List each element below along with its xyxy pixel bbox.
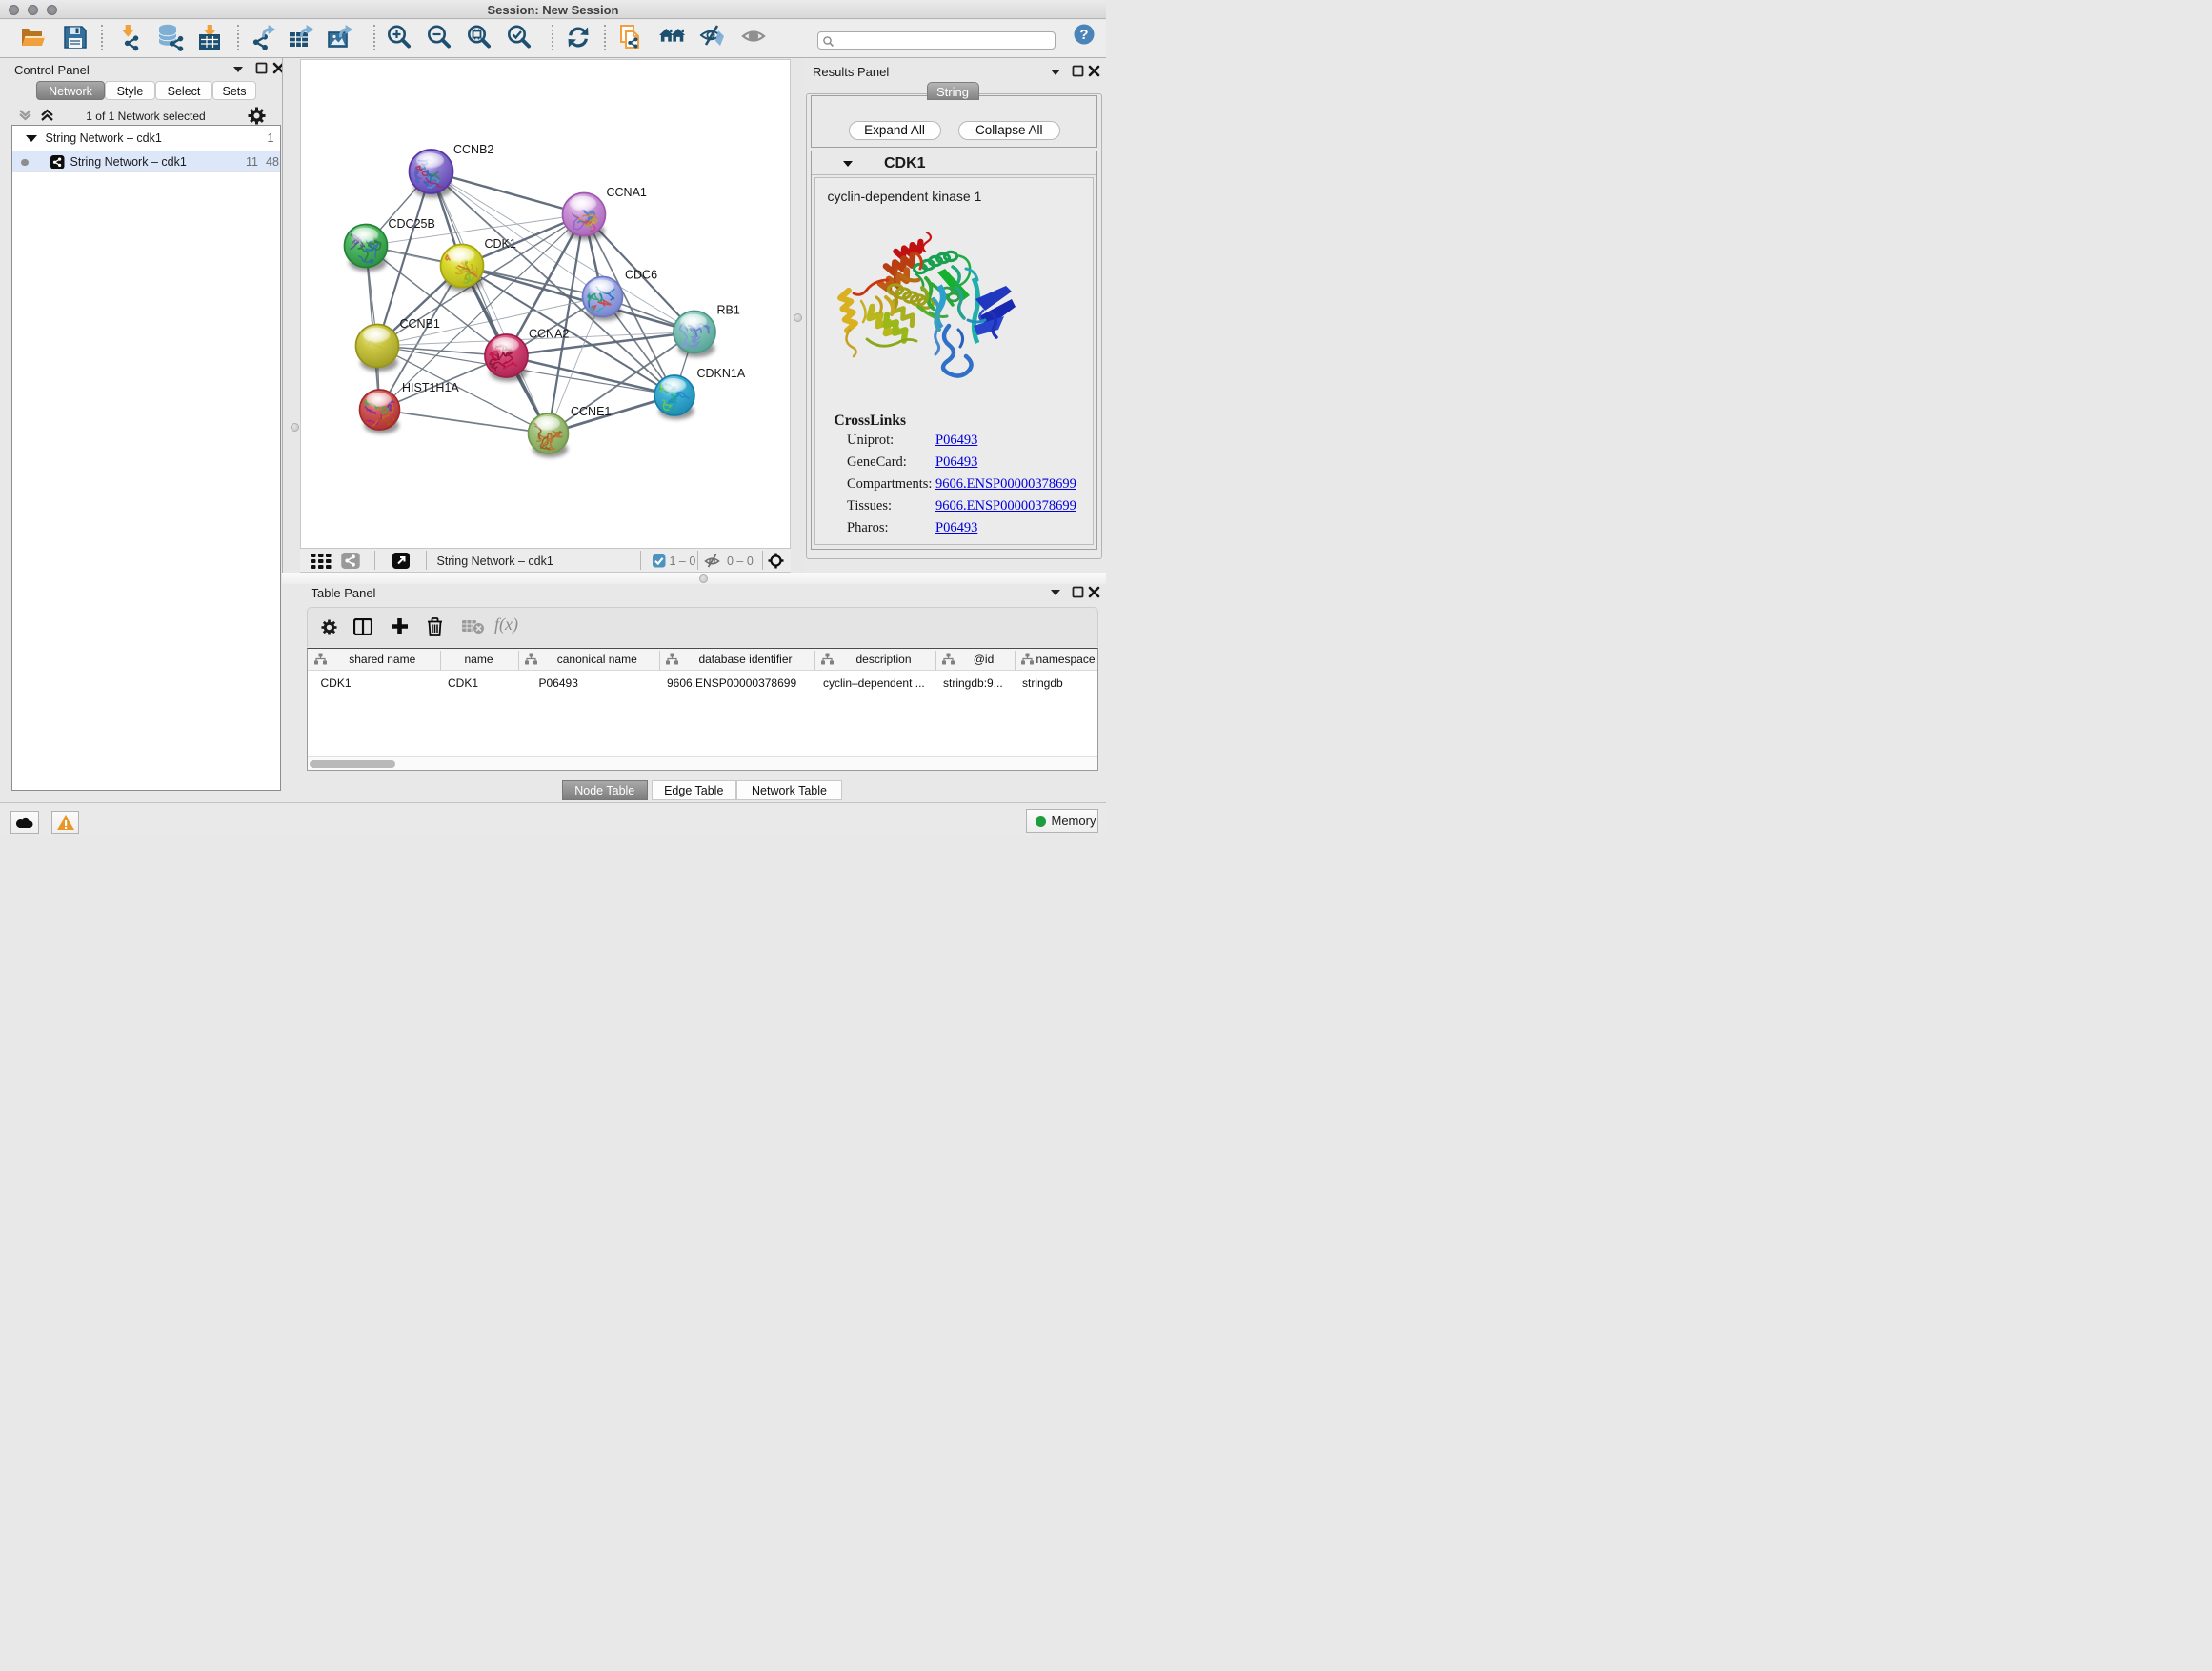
svg-text:CDKN1A: CDKN1A <box>697 367 746 380</box>
svg-text:CCNA1: CCNA1 <box>607 186 647 199</box>
svg-text:HIST1H1A: HIST1H1A <box>402 381 459 394</box>
svg-text:CCNB1: CCNB1 <box>400 317 440 331</box>
svg-text:?: ? <box>1079 27 1088 43</box>
svg-text:CDC25B: CDC25B <box>389 217 435 231</box>
svg-text:CCNE1: CCNE1 <box>571 405 611 418</box>
svg-text:CCNA2: CCNA2 <box>529 328 569 341</box>
svg-text:CDK1: CDK1 <box>485 237 516 251</box>
svg-text:RB1: RB1 <box>717 304 740 317</box>
svg-text:CDC6: CDC6 <box>625 269 657 282</box>
svg-text:CCNB2: CCNB2 <box>453 143 493 156</box>
